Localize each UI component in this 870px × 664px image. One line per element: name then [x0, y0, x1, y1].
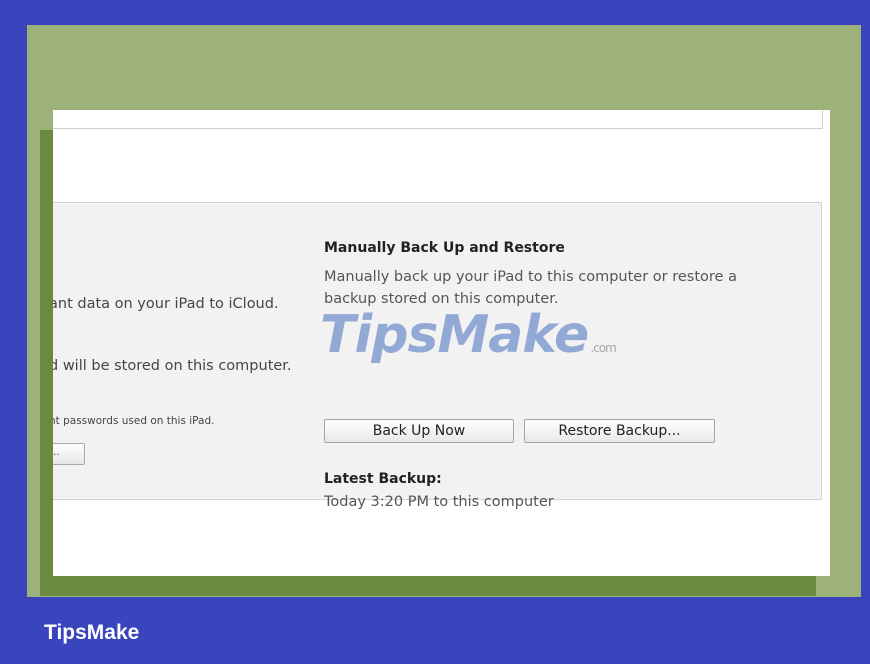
this-computer-description: d will be stored on this computer.	[53, 358, 292, 374]
latest-backup-value: Today 3:20 PM to this computer	[324, 494, 554, 510]
back-up-now-button[interactable]: Back Up Now	[324, 419, 514, 443]
image-frame: ant data on your iPad to iCloud. d will …	[0, 0, 870, 664]
section-description: Manually back up your iPad to this compu…	[324, 269, 737, 307]
section-heading: Manually Back Up and Restore	[324, 240, 565, 256]
brand-logo: TipsMake	[44, 621, 140, 644]
restore-backup-button[interactable]: Restore Backup...	[524, 419, 715, 443]
backups-panel: ant data on your iPad to iCloud. d will …	[53, 202, 822, 510]
encrypt-description: nt passwords used on this iPad.	[53, 415, 215, 427]
shadow-left	[40, 130, 54, 596]
shadow-bottom	[40, 576, 816, 596]
change-password-button[interactable]: ...	[53, 443, 85, 465]
latest-backup-label: Latest Backup:	[324, 471, 442, 487]
icloud-description: ant data on your iPad to iCloud.	[53, 296, 279, 312]
top-box	[53, 110, 823, 129]
itunes-window: ant data on your iPad to iCloud. d will …	[53, 110, 830, 576]
